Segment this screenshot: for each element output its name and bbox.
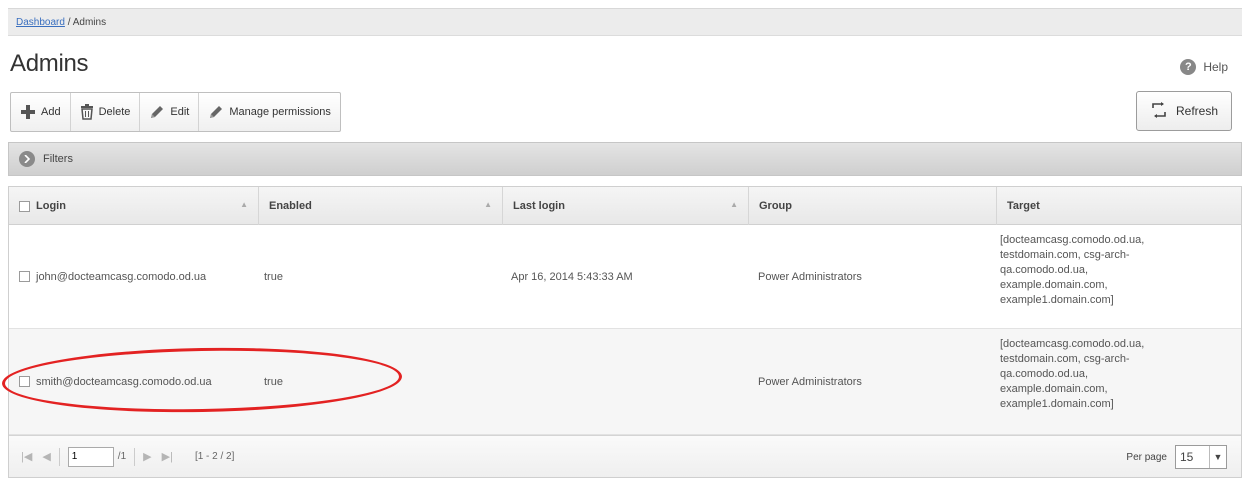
group-cell: Power Administrators <box>758 270 862 283</box>
first-page-icon[interactable]: |◀ <box>21 450 32 463</box>
total-pages: /1 <box>117 451 127 462</box>
edit-label: Edit <box>170 106 190 118</box>
sort-icon: ▲ <box>484 200 492 209</box>
help-button[interactable]: ? Help <box>1180 59 1228 75</box>
refresh-label: Refresh <box>1175 104 1219 118</box>
table-header: Login ▲ Enabled ▲ Last login ▲ Group Tar… <box>9 187 1241 225</box>
help-icon: ? <box>1180 59 1197 75</box>
plus-icon <box>20 104 36 120</box>
refresh-icon <box>1150 101 1168 121</box>
filters-label: Filters <box>43 153 73 165</box>
delete-button[interactable]: Delete <box>71 93 141 131</box>
add-button[interactable]: Add <box>11 93 71 131</box>
login-value: john@docteamcasg.comodo.od.ua <box>36 270 207 283</box>
per-page-value: 15 <box>1180 450 1194 464</box>
record-range: [1 - 2 / 2] <box>194 451 235 462</box>
per-page-control: Per page 15 ▼ <box>1126 445 1227 469</box>
column-header-last-login[interactable]: Last login ▲ <box>503 187 749 225</box>
next-page-icon[interactable]: ▶ <box>143 450 151 463</box>
chevron-down-icon: ▼ <box>1209 446 1226 468</box>
pager-divider <box>58 447 60 466</box>
enabled-cell: true <box>264 270 283 283</box>
manage-permissions-button[interactable]: Manage permissions <box>199 93 340 131</box>
manage-permissions-label: Manage permissions <box>229 106 331 118</box>
prev-page-icon[interactable]: ◀ <box>42 450 50 463</box>
breadcrumb-current: Admins <box>72 17 107 28</box>
pagination-bar: |◀ ◀ /1 ▶ ▶| [1 - 2 / 2] Per page 15 ▼ <box>9 435 1241 477</box>
breadcrumb-separator: / <box>64 17 73 28</box>
chevron-right-circle-icon <box>19 151 35 167</box>
last-login-cell: Apr 16, 2014 5:43:33 AM <box>511 270 633 283</box>
help-label: Help <box>1203 60 1228 74</box>
target-cell: [docteamcasg.comodo.od.ua, testdomain.co… <box>1000 234 1145 306</box>
breadcrumb: Dashboard / Admins <box>8 8 1242 36</box>
column-header-login[interactable]: Login ▲ <box>9 187 259 225</box>
refresh-button[interactable]: Refresh <box>1136 91 1232 131</box>
filters-bar[interactable]: Filters <box>8 142 1242 176</box>
target-cell: [docteamcasg.comodo.od.ua, testdomain.co… <box>1000 338 1145 410</box>
page-number-input[interactable] <box>67 446 114 467</box>
column-label: Group <box>759 200 792 212</box>
row-checkbox[interactable] <box>19 376 30 387</box>
pager-divider <box>134 447 136 466</box>
delete-label: Delete <box>98 106 131 118</box>
select-all-checkbox[interactable] <box>19 200 30 212</box>
sort-icon: ▲ <box>730 200 738 209</box>
login-cell: smith@docteamcasg.comodo.od.ua <box>19 329 212 434</box>
column-label: Last login <box>513 200 565 212</box>
login-value: smith@docteamcasg.comodo.od.ua <box>36 375 212 388</box>
column-header-target[interactable]: Target <box>997 187 1241 225</box>
edit-button[interactable]: Edit <box>140 93 200 131</box>
row-checkbox[interactable] <box>19 271 30 282</box>
breadcrumb-dashboard-link[interactable]: Dashboard <box>16 17 65 28</box>
pencil-icon <box>149 104 165 120</box>
per-page-select[interactable]: 15 ▼ <box>1175 445 1227 469</box>
admins-table: Login ▲ Enabled ▲ Last login ▲ Group Tar… <box>8 186 1242 478</box>
trash-icon <box>80 104 94 120</box>
login-cell: john@docteamcasg.comodo.od.ua <box>19 225 206 328</box>
column-label: Login <box>36 200 66 212</box>
group-cell: Power Administrators <box>758 375 862 388</box>
add-label: Add <box>41 106 61 118</box>
pencil-icon <box>208 104 224 120</box>
column-label: Target <box>1007 200 1040 212</box>
column-header-group[interactable]: Group <box>749 187 997 225</box>
table-row[interactable]: john@docteamcasg.comodo.od.ua true Apr 1… <box>9 225 1241 329</box>
column-header-enabled[interactable]: Enabled ▲ <box>259 187 503 225</box>
page-title: Admins <box>10 50 89 77</box>
sort-icon: ▲ <box>240 200 248 209</box>
enabled-cell: true <box>264 375 283 388</box>
table-row[interactable]: smith@docteamcasg.comodo.od.ua true Powe… <box>9 329 1241 435</box>
column-label: Enabled <box>269 200 312 212</box>
toolbar: Add Delete Edit Manage permissions <box>10 92 341 132</box>
last-page-icon[interactable]: ▶| <box>162 450 173 463</box>
per-page-label: Per page <box>1126 451 1167 463</box>
